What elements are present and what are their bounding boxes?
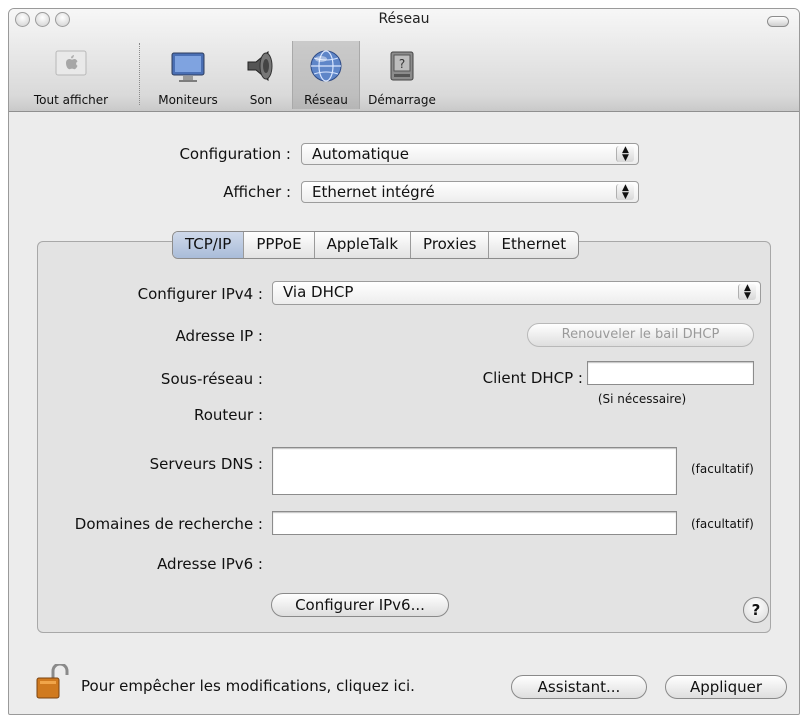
dns-optional-note: (facultatif) <box>691 462 754 476</box>
title-toolbar: Réseau Tout afficher Moniteurs Son Résea… <box>9 9 799 112</box>
client-dhcp-field[interactable] <box>587 361 754 385</box>
network-globe-icon <box>307 47 345 85</box>
adresse-ip-label: Adresse IP : <box>175 327 263 345</box>
apple-icon <box>52 47 90 85</box>
domaines-optional-note: (facultatif) <box>691 517 754 531</box>
tab-appletalk[interactable]: AppleTalk <box>315 232 412 258</box>
client-dhcp-hint: (Si nécessaire) <box>597 392 687 406</box>
svg-text:?: ? <box>399 57 405 71</box>
configuration-label: Configuration : <box>179 145 291 163</box>
startup-disk-icon: ? <box>383 47 421 85</box>
configurer-ipv4-popup[interactable]: Via DHCP ▲ ▼ <box>272 281 761 305</box>
tab-pppoe[interactable]: PPPoE <box>244 232 315 258</box>
toolbar-item-demarrage[interactable]: ? Démarrage <box>361 41 443 109</box>
afficher-popup[interactable]: Ethernet intégré ▲ ▼ <box>301 181 639 203</box>
toolbar-label-moniteurs: Moniteurs <box>158 93 218 107</box>
tab-bar: TCP/IP PPPoE AppleTalk Proxies Ethernet <box>172 231 580 259</box>
lock-text: Pour empêcher les modifications, cliquez… <box>81 677 415 695</box>
appliquer-button[interactable]: Appliquer <box>665 675 787 699</box>
tab-proxies[interactable]: Proxies <box>411 232 490 258</box>
toolbar-toggle-button[interactable] <box>767 16 789 27</box>
routeur-label: Routeur : <box>193 406 263 424</box>
popup-arrows-icon: ▲ ▼ <box>616 146 634 163</box>
monitor-icon <box>169 47 207 85</box>
toolbar-item-reseau[interactable]: Réseau <box>292 41 360 109</box>
tab-tcpip[interactable]: TCP/IP <box>173 232 245 258</box>
sous-reseau-label: Sous-réseau : <box>160 370 263 388</box>
assistant-button[interactable]: Assistant... <box>511 675 647 699</box>
window-title: Réseau <box>378 11 430 27</box>
toolbar-label-demarrage: Démarrage <box>368 93 436 107</box>
toolbar-separator <box>139 43 140 105</box>
toolbar-label-son: Son <box>249 93 273 107</box>
domaines-recherche-label: Domaines de recherche : <box>74 515 263 533</box>
lock-icon[interactable] <box>31 662 75 700</box>
toolbar-item-moniteurs[interactable]: Moniteurs <box>147 41 229 109</box>
configurer-ipv4-value: Via DHCP <box>283 283 354 301</box>
help-icon[interactable]: ? <box>743 597 769 623</box>
tab-ethernet[interactable]: Ethernet <box>489 232 578 258</box>
popup-arrows-icon: ▲ ▼ <box>738 284 756 301</box>
configurer-ipv4-label: Configurer IPv4 : <box>137 285 263 303</box>
renouveler-bail-dhcp-button[interactable]: Renouveler le bail DHCP <box>527 323 754 347</box>
client-dhcp-label: Client DHCP : <box>482 369 583 387</box>
toolbar-label-show-all: Tout afficher <box>33 93 109 107</box>
preferences-window: Réseau Tout afficher Moniteurs Son Résea… <box>8 8 800 715</box>
toolbar-item-show-all[interactable]: Tout afficher <box>9 41 133 109</box>
afficher-popup-value: Ethernet intégré <box>312 183 435 201</box>
configuration-popup[interactable]: Automatique ▲ ▼ <box>301 143 639 165</box>
toolbar-item-son[interactable]: Son <box>237 41 285 109</box>
domaines-recherche-field[interactable] <box>272 511 677 535</box>
popup-arrows-icon: ▲ ▼ <box>616 184 634 201</box>
serveurs-dns-label: Serveurs DNS : <box>149 455 263 473</box>
speaker-icon <box>242 47 280 85</box>
configuration-popup-value: Automatique <box>312 145 409 163</box>
serveurs-dns-field[interactable] <box>272 447 677 495</box>
configurer-ipv6-button[interactable]: Configurer IPv6... <box>271 593 449 617</box>
afficher-label: Afficher : <box>223 183 291 201</box>
toolbar-label-reseau: Réseau <box>304 93 348 107</box>
adresse-ipv6-label: Adresse IPv6 : <box>157 555 263 573</box>
